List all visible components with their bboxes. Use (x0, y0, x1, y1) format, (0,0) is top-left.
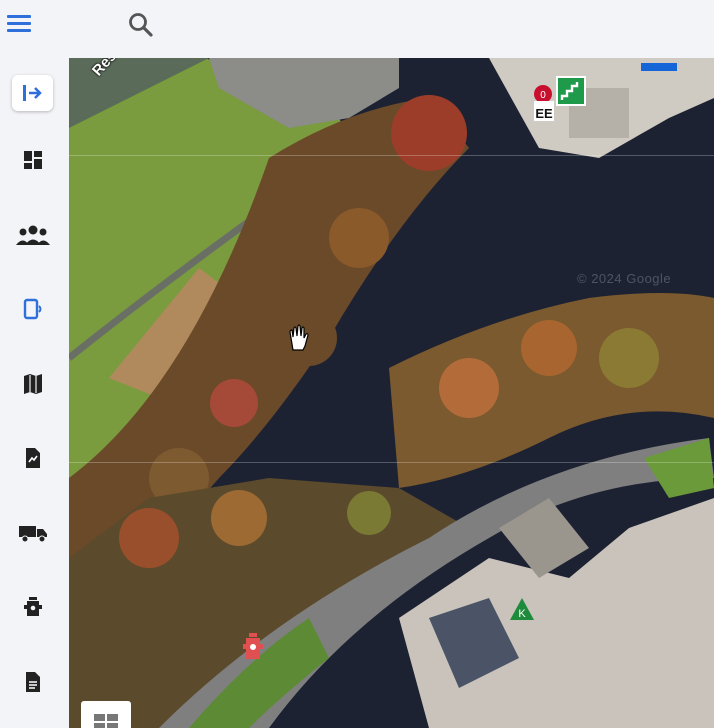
k-marker[interactable]: K (509, 596, 535, 627)
stairs-marker[interactable] (556, 76, 586, 111)
document-icon (26, 672, 40, 692)
svg-text:EE: EE (535, 106, 553, 121)
fire-hydrant-marker[interactable] (241, 632, 265, 667)
layers-toggle-button[interactable] (81, 701, 131, 728)
groups-icon (16, 225, 50, 245)
sidebar-item-documents[interactable] (12, 664, 54, 700)
sidebar-item-dashboard[interactable] (12, 142, 54, 178)
map-icon (24, 374, 42, 394)
alarm-marker-count: 0 (540, 90, 546, 101)
grid-layers-icon (94, 714, 118, 728)
sidebar-toggle-icon (22, 85, 42, 101)
hand-cursor-icon (287, 324, 311, 357)
top-bar (0, 0, 714, 58)
alarm-marker[interactable]: 0 EE (532, 85, 558, 128)
satellite-imagery (69, 58, 714, 728)
map-grid-line (69, 462, 714, 463)
hamburger-menu-icon[interactable] (6, 10, 34, 38)
device-icon (23, 298, 42, 320)
fire-hydrant-icon (24, 597, 42, 616)
map-canvas[interactable]: Restor © 2024 Google 0 EE K (69, 58, 714, 728)
truck-icon (19, 526, 47, 543)
sidebar-item-map[interactable] (12, 366, 54, 402)
map-copyright: © 2024 Google (577, 271, 672, 286)
sidebar-item-groups[interactable] (12, 217, 54, 253)
sidebar-toggle-button[interactable] (12, 75, 53, 111)
report-icon (26, 448, 40, 468)
sidebar-item-vehicles[interactable] (12, 515, 54, 551)
info-marker[interactable] (641, 58, 677, 76)
sidebar-item-hydrants[interactable] (12, 589, 54, 625)
k-marker-label: K (518, 608, 526, 620)
sidebar (0, 58, 69, 728)
dashboard-icon (24, 151, 42, 169)
sidebar-item-devices[interactable] (12, 291, 54, 327)
search-icon[interactable] (126, 10, 156, 40)
map-grid-line (69, 155, 714, 156)
sidebar-item-reports[interactable] (12, 440, 54, 476)
